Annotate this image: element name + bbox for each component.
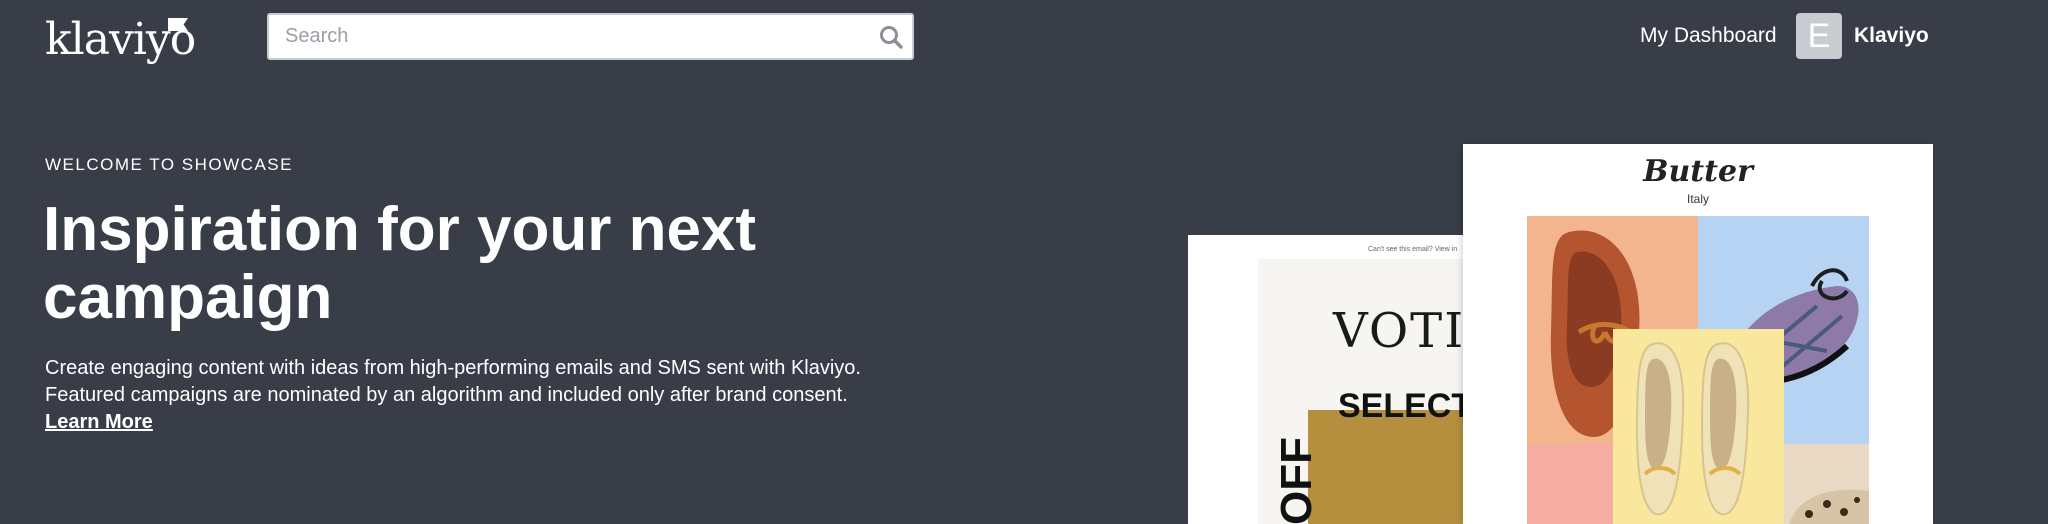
email-preview-back[interactable]: Can't see this email? View in VOTI SELEC…	[1188, 235, 1488, 524]
page-title: Inspiration for your next campaign	[43, 195, 757, 332]
preview-heading: VOTI	[1333, 303, 1466, 359]
brand-logo: Butter	[1643, 154, 1753, 189]
off-text: OFF	[1272, 437, 1321, 524]
leopard-shoe-image	[1789, 489, 1869, 524]
view-in-browser-text: Can't see this email? View in	[1368, 246, 1458, 253]
product-collage	[1527, 216, 1869, 524]
description-line-1: Create engaging content with ideas from …	[45, 357, 861, 379]
learn-more-link[interactable]: Learn More	[45, 409, 153, 436]
search-input[interactable]	[269, 15, 912, 58]
description-line-2: Featured campaigns are nominated by an a…	[45, 384, 848, 406]
gold-block	[1308, 410, 1488, 524]
top-bar: klaviyo My Dashboard E Klaviyo	[0, 0, 2048, 72]
eyebrow-label: WELCOME TO SHOWCASE	[45, 155, 293, 174]
email-preview-front[interactable]: Butter Italy	[1463, 144, 1933, 524]
search-box	[267, 13, 914, 60]
search-icon[interactable]	[878, 24, 904, 50]
select-text: SELECT	[1338, 387, 1473, 425]
my-dashboard-link[interactable]: My Dashboard	[1640, 22, 1777, 50]
account-name[interactable]: Klaviyo	[1854, 22, 1929, 50]
avatar[interactable]: E	[1796, 13, 1842, 59]
cream-ballet-flat-image	[1635, 342, 1750, 516]
brand-subtitle: Italy	[1686, 192, 1709, 206]
hero-description: Create engaging content with ideas from …	[45, 355, 945, 409]
